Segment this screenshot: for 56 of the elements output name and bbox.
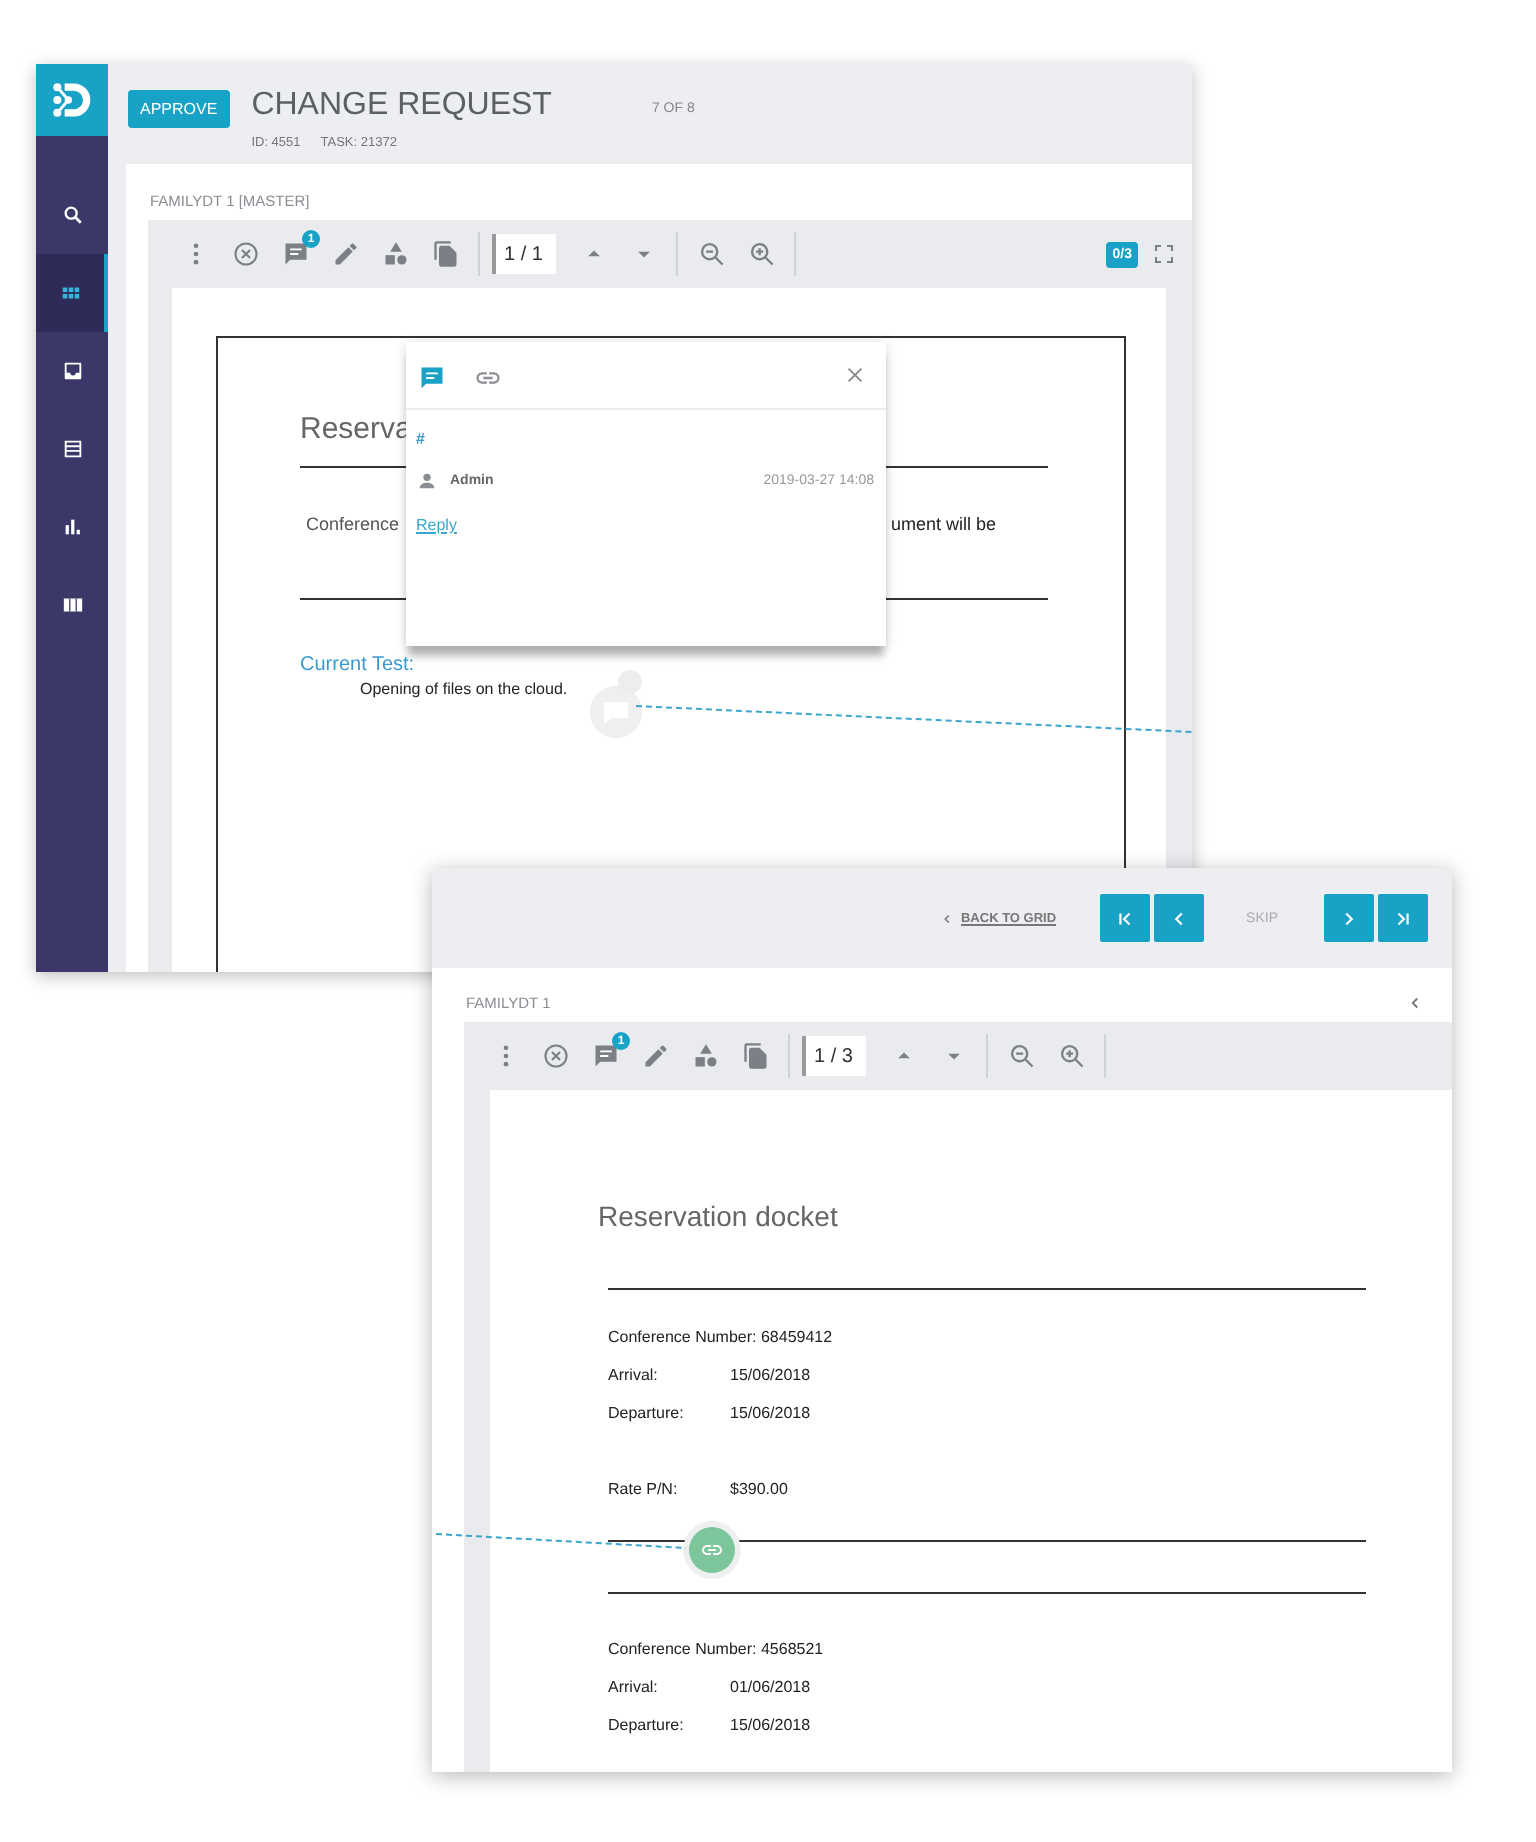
approve-button[interactable]: APPROVE (128, 90, 230, 128)
fullscreen-icon[interactable] (1152, 242, 1176, 266)
grid-icon (59, 282, 81, 304)
document-text: Conference Number: 4568521 (608, 1640, 824, 1658)
field-label: Departure: (608, 1404, 686, 1422)
cancel-icon[interactable] (541, 1042, 569, 1070)
page-field[interactable]: 1 / 1 (492, 234, 556, 274)
comment-icon (418, 363, 446, 391)
zoom-in-icon[interactable] (747, 240, 775, 268)
link-marker-icon[interactable] (682, 1520, 742, 1580)
user-icon (416, 470, 438, 492)
reply-link[interactable]: Reply (416, 516, 457, 534)
document-text: Conference Number: 68459412 (608, 1328, 833, 1346)
field-label: Departure: (608, 1716, 686, 1734)
document-text: Conference (306, 514, 400, 534)
copy-icon[interactable] (741, 1042, 769, 1070)
last-page-icon (1392, 907, 1414, 929)
chevron-left-icon (940, 911, 955, 925)
field-value: 15/06/2018 (730, 1366, 811, 1384)
zoom-out-icon[interactable] (1007, 1042, 1035, 1070)
copy-icon[interactable] (431, 240, 459, 268)
field-value: $390.00 (730, 1480, 788, 1498)
field-label: Arrival: (608, 1678, 660, 1696)
shapes-icon[interactable] (381, 240, 409, 268)
section-heading: Current Test: (300, 654, 415, 676)
sidebar-item[interactable] (36, 254, 108, 332)
comment-icon[interactable] (281, 240, 309, 268)
field-value: 15/06/2018 (730, 1404, 811, 1422)
inbox-icon (61, 360, 83, 382)
logo-icon (50, 78, 94, 122)
collapse-icon[interactable] (1406, 994, 1424, 1012)
comment-icon[interactable] (591, 1042, 619, 1070)
pencil-icon[interactable] (641, 1042, 669, 1070)
field-value: 01/06/2018 (730, 1678, 811, 1696)
zoom-in-icon[interactable] (1057, 1042, 1085, 1070)
bar-chart-icon (61, 516, 83, 538)
page-title: CHANGE REQUEST (251, 88, 552, 124)
document-title: Reservation docket (598, 1200, 838, 1232)
columns-icon (61, 594, 83, 616)
pencil-icon[interactable] (331, 240, 359, 268)
field-value: 15/06/2018 (730, 1716, 811, 1734)
cancel-icon[interactable] (231, 240, 259, 268)
field-label: Arrival: (608, 1366, 660, 1384)
last-button[interactable] (1378, 894, 1428, 942)
close-icon[interactable] (844, 364, 866, 386)
list-icon (61, 438, 83, 460)
shapes-icon[interactable] (691, 1042, 719, 1070)
page-field[interactable]: 1 / 3 (802, 1036, 866, 1076)
comment-tag: # (416, 430, 874, 448)
first-button[interactable] (1100, 894, 1151, 942)
previous-button[interactable] (1154, 894, 1205, 942)
document-text: Opening of files on the cloud. (360, 680, 568, 698)
search-icon (61, 204, 83, 226)
field-label: Rate P/N: (608, 1480, 680, 1498)
zoom-out-icon[interactable] (697, 240, 725, 268)
document-text: ument will be (890, 514, 996, 534)
